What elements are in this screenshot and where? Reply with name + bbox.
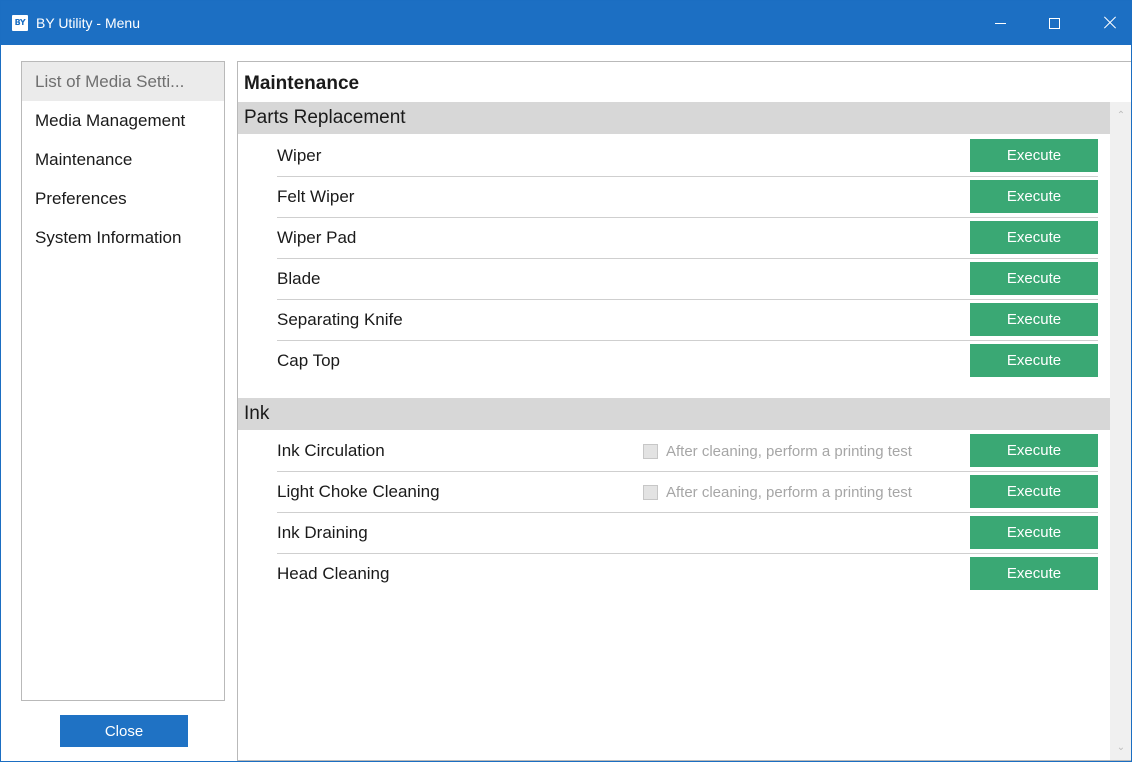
printing-test-checkbox[interactable] <box>643 484 658 500</box>
row-ink-draining: Ink Draining Execute <box>277 513 1098 554</box>
sidebar-menu: List of Media Setti... Media Management … <box>21 61 225 701</box>
printing-test-label: After cleaning, perform a printing test <box>666 483 912 501</box>
close-button[interactable]: Close <box>60 715 188 747</box>
execute-button-felt-wiper[interactable]: Execute <box>970 180 1098 213</box>
printing-test-option: After cleaning, perform a printing test <box>643 431 912 471</box>
row-separating-knife: Separating Knife Execute <box>277 300 1098 341</box>
row-label: Ink Circulation <box>277 441 385 460</box>
row-wiper: Wiper Execute <box>277 136 1098 177</box>
row-cap-top: Cap Top Execute <box>277 341 1098 382</box>
row-label: Ink Draining <box>277 523 368 542</box>
execute-button-wiper-pad[interactable]: Execute <box>970 221 1098 254</box>
app-window: BY BY Utility - Menu List of Media Setti… <box>0 0 1132 762</box>
execute-button-head-cleaning[interactable]: Execute <box>970 557 1098 590</box>
printing-test-label: After cleaning, perform a printing test <box>666 442 912 460</box>
row-wiper-pad: Wiper Pad Execute <box>277 218 1098 259</box>
sidebar-item-preferences[interactable]: Preferences <box>22 179 224 218</box>
row-ink-circulation: Ink Circulation After cleaning, perform … <box>277 431 1098 472</box>
row-label: Light Choke Cleaning <box>277 482 440 501</box>
row-felt-wiper: Felt Wiper Execute <box>277 177 1098 218</box>
section-header-ink: Ink <box>238 398 1110 430</box>
sidebar-item-media-management[interactable]: Media Management <box>22 101 224 140</box>
row-blade: Blade Execute <box>277 259 1098 300</box>
row-label: Head Cleaning <box>277 564 390 583</box>
page-title: Maintenance <box>244 73 360 94</box>
execute-button-blade[interactable]: Execute <box>970 262 1098 295</box>
minimize-button[interactable] <box>977 1 1023 45</box>
execute-button-light-choke-cleaning[interactable]: Execute <box>970 475 1098 508</box>
execute-button-ink-draining[interactable]: Execute <box>970 516 1098 549</box>
execute-button-ink-circulation[interactable]: Execute <box>970 434 1098 467</box>
row-label: Separating Knife <box>277 310 403 329</box>
row-label: Wiper <box>277 146 322 165</box>
vertical-scrollbar[interactable]: ⌃ ⌄ <box>1110 102 1131 760</box>
row-label: Cap Top <box>277 351 341 370</box>
maintenance-panel: Maintenance Parts Replacement Wiper Exec… <box>237 61 1131 761</box>
section-header-parts-replacement: Parts Replacement <box>238 102 1110 134</box>
close-icon <box>1103 16 1117 30</box>
window-close-button[interactable] <box>1087 1 1131 45</box>
printing-test-checkbox[interactable] <box>643 443 658 459</box>
chevron-up-icon[interactable]: ⌃ <box>1110 106 1131 126</box>
minimize-icon <box>994 22 1006 24</box>
row-label: Felt Wiper <box>277 187 355 206</box>
execute-button-cap-top[interactable]: Execute <box>970 344 1098 377</box>
chevron-down-icon[interactable]: ⌄ <box>1110 738 1131 758</box>
maximize-button[interactable] <box>1031 1 1077 45</box>
app-logo-icon: BY <box>12 15 28 31</box>
sidebar-item-list-of-media-settings[interactable]: List of Media Setti... <box>22 62 224 101</box>
execute-button-separating-knife[interactable]: Execute <box>970 303 1098 336</box>
sidebar-item-maintenance[interactable]: Maintenance <box>22 140 224 179</box>
maximize-icon <box>1048 17 1060 29</box>
row-label: Blade <box>277 269 321 288</box>
window-title: BY Utility - Menu <box>36 15 140 31</box>
row-head-cleaning: Head Cleaning Execute <box>277 554 1098 595</box>
printing-test-option: After cleaning, perform a printing test <box>643 472 912 512</box>
row-label: Wiper Pad <box>277 228 357 247</box>
title-bar[interactable]: BY BY Utility - Menu <box>1 1 1131 45</box>
row-light-choke-cleaning: Light Choke Cleaning After cleaning, per… <box>277 472 1098 513</box>
sidebar-item-system-information[interactable]: System Information <box>22 218 224 257</box>
execute-button-wiper[interactable]: Execute <box>970 139 1098 172</box>
